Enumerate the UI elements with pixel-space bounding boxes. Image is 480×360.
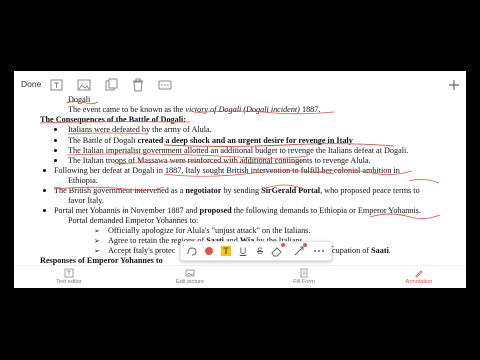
add-icon[interactable] <box>446 77 462 93</box>
tab-edit-picture[interactable]: Edit picture <box>155 266 225 288</box>
tab-annotation[interactable]: Annotation <box>384 266 454 288</box>
tab-label: Fill Form <box>293 279 315 285</box>
bottom-tab-bar: Text editor Edit picture Fill Form Annot… <box>14 265 466 288</box>
trash-icon[interactable] <box>130 77 146 93</box>
strikethrough-icon[interactable]: S <box>252 243 268 259</box>
tab-label: Edit picture <box>176 279 204 285</box>
tab-fill-form[interactable]: Fill Form <box>269 266 339 288</box>
copy-pages-icon[interactable] <box>103 77 119 93</box>
fill-form-icon <box>300 268 308 278</box>
lasso-icon[interactable] <box>184 243 200 259</box>
tablet-screen: Done Dogali The event came to be known a… <box>14 71 466 288</box>
text-edit-icon[interactable] <box>49 77 65 93</box>
text-editor-icon <box>64 268 74 278</box>
tab-text-editor[interactable]: Text editor <box>34 266 104 288</box>
annotation-icon <box>415 270 423 278</box>
pen-icon[interactable] <box>201 243 217 259</box>
highlighter-icon[interactable]: T <box>218 243 234 259</box>
edit-picture-icon <box>185 269 195 277</box>
red-ink-annotations <box>39 101 441 248</box>
done-button[interactable]: Done <box>21 79 41 89</box>
more-icon[interactable] <box>311 243 327 259</box>
indicator-dot <box>281 243 285 247</box>
more-icon[interactable] <box>157 77 173 93</box>
tab-label: Annotation <box>405 279 433 285</box>
image-icon[interactable] <box>76 77 92 93</box>
eraser-icon[interactable] <box>269 243 285 259</box>
shape-icon[interactable] <box>291 243 307 259</box>
document-page: Dogali The event came to be known as the… <box>14 95 466 265</box>
indicator-dot <box>303 243 307 247</box>
highlight-letter: T <box>223 246 229 256</box>
annotation-toolbar: T U S <box>180 241 332 261</box>
tab-label: Text editor <box>56 279 82 285</box>
underline-icon[interactable]: U <box>235 243 251 259</box>
